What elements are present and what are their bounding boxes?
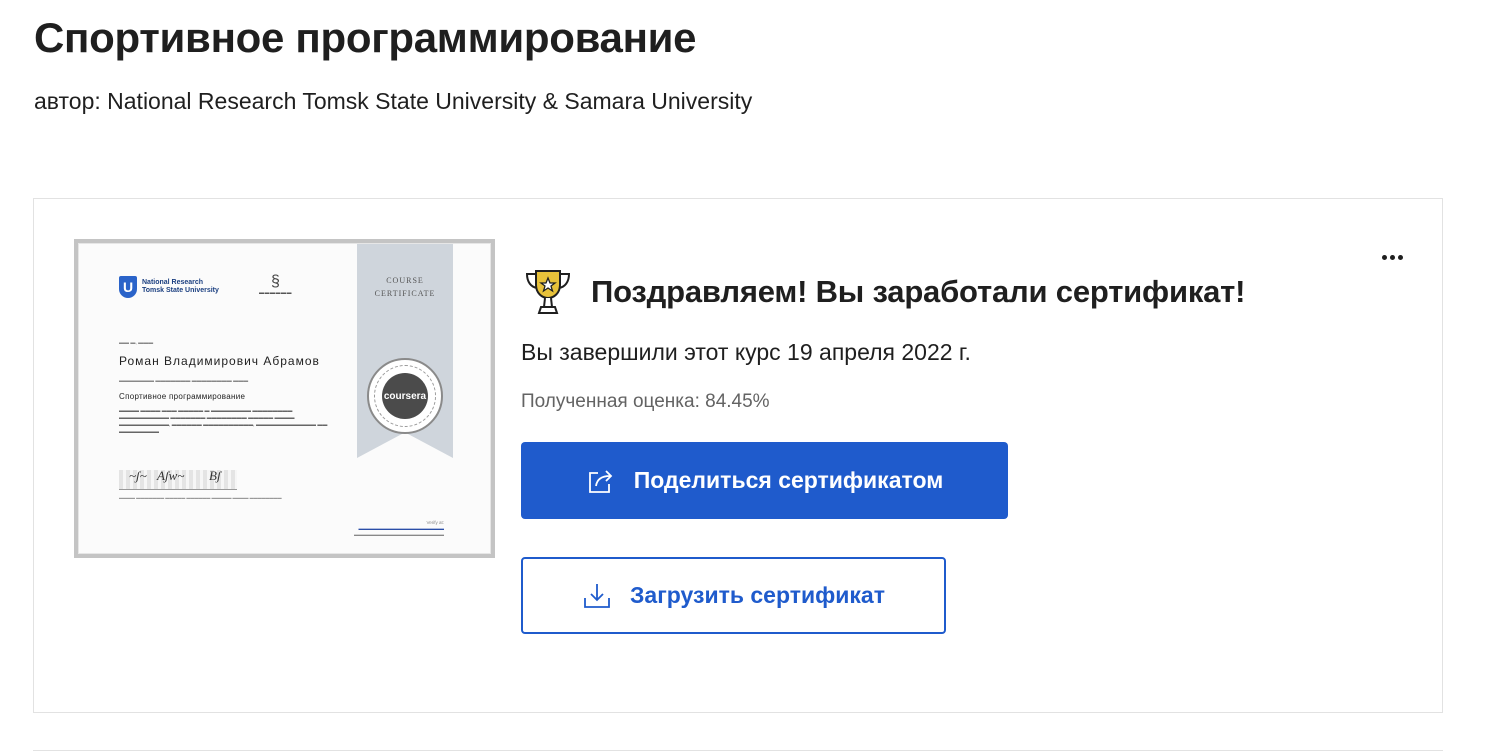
certificate-paper: U National Research Tomsk State Universi…: [78, 243, 491, 554]
samara-logo-text: ▬▬▬▬▬▬: [259, 290, 292, 296]
certificate-course: Спортивное программирование: [119, 392, 246, 401]
signature: ~ʃ~: [129, 468, 147, 483]
certificate-signature-labels: ▬▬▬▬ ▬▬▬▬▬▬▬ ▬▬▬▬▬ ▬▬▬▬▬▬ ▬▬▬▬▬ ▬▬▬▬ ▬▬▬…: [119, 495, 282, 500]
certificate-ribbon-text: COURSE CERTIFICATE: [374, 276, 436, 298]
samara-logo-mark: §: [271, 273, 280, 290]
download-label: Загрузить сертификат: [630, 582, 885, 608]
more-dot: [1389, 254, 1395, 260]
tsu-logo-mark: U: [119, 276, 137, 298]
signature: Bʃ: [209, 468, 221, 483]
coursera-seal: coursera: [367, 358, 443, 434]
certificate-card: U National Research Tomsk State Universi…: [33, 198, 1443, 713]
signature: Aʃw~: [157, 468, 185, 483]
coursera-seal-text: coursera: [382, 373, 428, 419]
certificate-subline: ▬▬▬▬▬▬▬ ▬▬▬▬▬▬▬ ▬▬▬▬▬▬▬▬ ▬▬▬: [119, 378, 249, 384]
share-icon: [588, 469, 613, 493]
completion-date: Вы завершили этот курс 19 апреля 2022 г.: [521, 339, 971, 365]
certificate-recipient: Роман Владимирович Абрамов: [119, 354, 320, 368]
course-author: автор: National Research Tomsk State Uni…: [34, 88, 752, 115]
share-label: Поделиться сертификатом: [633, 467, 944, 493]
certificate-thumbnail[interactable]: U National Research Tomsk State Universi…: [74, 239, 495, 558]
more-dot: [1381, 254, 1387, 260]
page-title: Спортивное программирование: [34, 14, 697, 61]
certificate-description: ▬▬▬▬ ▬▬▬▬ ▬▬▬ ▬▬▬▬▬ ▬ ▬▬▬▬▬▬▬▬ ▬▬▬▬▬▬▬▬ …: [119, 408, 328, 435]
more-dot: [1397, 254, 1403, 260]
download-certificate-button[interactable]: Загрузить сертификат: [521, 557, 946, 634]
author-name: National Research Tomsk State University…: [107, 88, 753, 114]
tsu-logo-text: National Research Tomsk State University: [142, 279, 219, 294]
samara-logo: § ▬▬▬▬▬▬: [259, 273, 292, 297]
more-options-button[interactable]: [1380, 251, 1404, 263]
congrats-text: Поздравляем! Вы заработали сертификат!: [591, 274, 1246, 309]
congrats-heading: Поздравляем! Вы заработали сертификат!: [521, 265, 1245, 319]
share-certificate-button[interactable]: Поделиться сертификатом: [521, 442, 1008, 519]
section-divider: [33, 750, 1443, 751]
verify-note: ▬▬▬▬▬▬▬▬▬▬▬▬▬▬▬▬▬▬▬▬: [354, 532, 444, 537]
trophy-icon: [525, 270, 571, 314]
author-label: автор:: [34, 88, 101, 114]
grade-text: Полученная оценка: 84.45%: [521, 391, 770, 412]
tsu-logo: U National Research Tomsk State Universi…: [119, 276, 219, 298]
certificate-date-line: ▬▬ ▬, ▬▬▬: [119, 340, 154, 346]
download-icon: [584, 583, 610, 608]
certificate-verify: Verify at: ▬▬▬▬▬▬▬▬▬▬▬▬▬▬▬▬▬▬▬ ▬▬▬▬▬▬▬▬▬…: [354, 520, 444, 538]
